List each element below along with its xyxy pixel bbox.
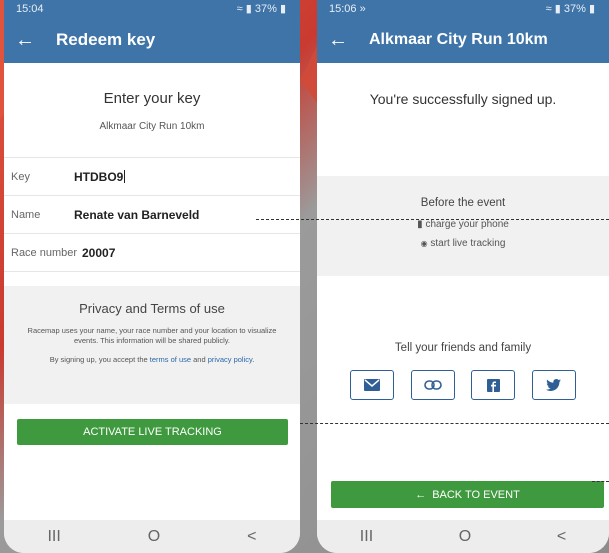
status-bar: 15:04 ≈ ▮ 37% ▮ <box>4 0 300 17</box>
signal-icon: ▮ <box>554 3 561 15</box>
recent-apps-icon[interactable]: III <box>47 528 60 546</box>
link-share-button[interactable] <box>410 370 455 400</box>
left-phone-screen: 15:04 ≈ ▮ 37% ▮ ← Redeem key Enter your … <box>4 0 300 553</box>
home-icon[interactable]: O <box>148 528 160 546</box>
privacy-section: Privacy and Terms of use Racemap uses yo… <box>4 286 300 404</box>
key-label: Key <box>11 170 30 183</box>
status-time: 15:06 <box>329 2 357 15</box>
terms-of-use-link[interactable]: terms of use <box>150 355 191 364</box>
status-time: 15:04 <box>16 2 44 15</box>
name-field-row[interactable]: Name Renate van Barneveld <box>4 196 300 234</box>
before-event-title: Before the event <box>420 197 506 209</box>
status-arrows: » <box>359 2 366 15</box>
twitter-share-button[interactable] <box>531 370 576 400</box>
name-input[interactable]: Renate van Barneveld <box>74 208 199 222</box>
annotation-line <box>256 219 609 220</box>
enter-key-heading: Enter your key <box>103 90 201 107</box>
home-icon[interactable]: O <box>459 528 471 546</box>
mail-share-button[interactable] <box>350 370 394 400</box>
page-title: Alkmaar City Run 10km <box>369 31 548 48</box>
signal-icon: ▮ <box>245 3 252 15</box>
key-header: Enter your key Alkmaar City Run 10km <box>4 63 300 132</box>
before-event-section: Before the event ▮ charge your phone ◉ s… <box>317 176 609 276</box>
back-to-event-button[interactable]: ← BACK TO EVENT <box>331 481 604 508</box>
terms-acceptance: By signing up, you accept the terms of u… <box>49 355 255 364</box>
mail-icon <box>364 379 380 391</box>
status-bar: 15:06 » ≈ ▮ 37% ▮ <box>317 0 609 17</box>
text-cursor <box>124 170 126 183</box>
battery-icon: ▮ <box>417 219 423 230</box>
android-nav-bar: III O < <box>4 520 300 553</box>
wifi-icon: ≈ <box>545 3 552 15</box>
app-bar: ← Redeem key <box>4 17 300 63</box>
activate-live-tracking-button[interactable]: ACTIVATE LIVE TRACKING <box>17 419 288 445</box>
charge-phone-item: ▮ charge your phone <box>417 219 509 230</box>
facebook-icon <box>486 378 500 392</box>
privacy-policy-link[interactable]: privacy policy <box>208 355 252 364</box>
right-phone-screen: 15:06 » ≈ ▮ 37% ▮ ← Alkmaar City Run 10k… <box>317 0 609 553</box>
race-number-label: Race number <box>11 246 78 259</box>
facebook-share-button[interactable] <box>471 370 516 400</box>
share-title: Tell your friends and family <box>394 342 532 354</box>
wifi-icon: ≈ <box>236 3 243 15</box>
key-field-row[interactable]: Key HTDBO9 <box>4 158 300 196</box>
success-message: You're successfully signed up. <box>369 91 557 107</box>
share-buttons <box>350 370 576 400</box>
battery-level: 37% <box>254 3 277 15</box>
start-tracking-item: ◉ start live tracking <box>420 238 506 249</box>
link-icon <box>423 380 442 390</box>
privacy-text: Racemap uses your name, your race number… <box>27 326 277 345</box>
privacy-title: Privacy and Terms of use <box>79 301 225 316</box>
twitter-icon <box>546 379 562 391</box>
back-arrow-icon: ← <box>415 488 427 501</box>
back-arrow-icon[interactable]: ← <box>12 29 38 52</box>
name-label: Name <box>11 208 41 221</box>
race-number-input[interactable]: 20007 <box>82 246 115 260</box>
event-name: Alkmaar City Run 10km <box>99 121 205 132</box>
annotation-line <box>592 481 609 482</box>
recent-apps-icon[interactable]: III <box>360 528 373 546</box>
nav-back-icon[interactable]: < <box>557 528 566 546</box>
page-title: Redeem key <box>56 30 156 49</box>
battery-icon: ▮ <box>279 3 286 15</box>
annotation-line <box>300 423 609 424</box>
battery-level: 37% <box>563 3 586 15</box>
race-number-field-row[interactable]: Race number 20007 <box>4 234 300 272</box>
nav-back-icon[interactable]: < <box>247 528 256 546</box>
back-arrow-icon[interactable]: ← <box>325 29 351 52</box>
app-bar: ← Alkmaar City Run 10km <box>317 17 609 63</box>
radio-icon: ◉ <box>420 239 428 248</box>
form-fields: Key HTDBO9 Name Renate van Barneveld Rac… <box>4 157 300 272</box>
battery-icon: ▮ <box>588 3 595 15</box>
key-input[interactable]: HTDBO9 <box>74 170 123 184</box>
android-nav-bar: III O < <box>317 520 609 553</box>
